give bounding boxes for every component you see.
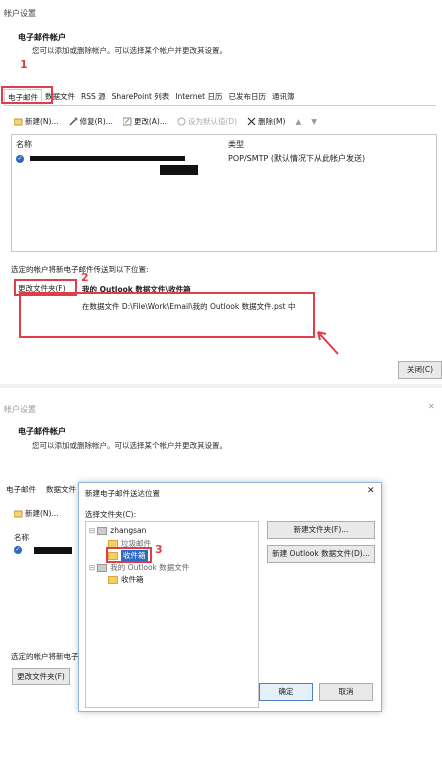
- ok-button[interactable]: 确定: [259, 683, 313, 701]
- account-row-2[interactable]: ✓: [14, 546, 25, 554]
- redacted-block: [160, 165, 198, 175]
- header-subtitle-2: 您可以添加或删除帐户。可以选择某个帐户并更改其设置。: [32, 441, 227, 450]
- deliver-label-2: 选定的帐户将新电子: [11, 652, 79, 661]
- redacted-account-name: [30, 156, 185, 161]
- new-label: 新建(N)...: [25, 117, 59, 126]
- tab-address-book[interactable]: 通讯簿: [269, 89, 298, 105]
- new-account-icon: [13, 117, 23, 126]
- account-list: 名称 类型 ✓ POP/SMTP (默认情况下从此帐户发送): [11, 134, 437, 252]
- tab-published-calendar[interactable]: 已发布日历: [225, 89, 269, 105]
- cancel-button[interactable]: 取消: [319, 683, 373, 701]
- close-button[interactable]: 关闭(C): [398, 361, 442, 379]
- set-default-label: 设为默认值(D): [187, 117, 238, 126]
- header-title-2: 电子邮件帐户: [18, 427, 66, 436]
- col-type-header: 类型: [228, 140, 244, 149]
- account-row[interactable]: ✓ POP/SMTP (默认情况下从此帐户发送): [16, 153, 430, 165]
- redacted-account-name-2: [34, 547, 72, 554]
- set-default-icon: [177, 117, 186, 126]
- header-subtitle: 您可以添加或删除帐户。可以选择某个帐户并更改其设置。: [32, 46, 227, 55]
- collapse-icon: ⊟: [89, 526, 96, 535]
- tree-account-label: zhangsan: [110, 526, 147, 535]
- repair-icon: [69, 117, 78, 126]
- select-folder-label: 选择文件夹(C):: [85, 510, 137, 519]
- move-down-icon[interactable]: ▼: [311, 116, 317, 127]
- tab-bar: 电子邮件 数据文件 RSS 源 SharePoint 列表 Internet 日…: [4, 89, 436, 106]
- remove-button[interactable]: 删除(M): [247, 116, 285, 127]
- default-check-icon-2: ✓: [14, 546, 22, 554]
- annotation-1: 1: [20, 58, 28, 71]
- col-name-header: 名称: [16, 140, 32, 149]
- deliver-label: 选定的帐户将新电子邮件传送到以下位置:: [11, 265, 149, 274]
- datafile-icon: [97, 563, 108, 572]
- tab-email-2[interactable]: 电子邮件: [6, 484, 36, 495]
- account-settings-window: 帐户设置 电子邮件帐户 您可以添加或删除帐户。可以选择某个帐户并更改其设置。 1…: [0, 0, 442, 384]
- highlight-delivery: [19, 292, 315, 338]
- change-button[interactable]: 更改(A)...: [122, 116, 167, 127]
- collapse-icon: ⊟: [89, 563, 96, 572]
- folder-tree: ⊟ zhangsan 垃圾邮件 收件箱 3 ⊟ 我的 Outlook 数据文件 …: [85, 521, 259, 708]
- window-title-2: 帐户设置: [4, 405, 36, 414]
- annotation-arrow-icon: [317, 331, 339, 355]
- annotation-2: 2: [81, 271, 89, 284]
- new-button[interactable]: 新建(N)...: [13, 116, 59, 127]
- window-title: 帐户设置: [4, 9, 36, 18]
- tree-inbox2-label: 收件箱: [121, 575, 144, 584]
- remove-label: 删除(M): [258, 117, 286, 126]
- account-icon: [97, 526, 108, 535]
- change-label: 更改(A)...: [133, 117, 167, 126]
- new-folder-button[interactable]: 新建文件夹(F)...: [267, 521, 375, 539]
- tab-rss[interactable]: RSS 源: [78, 89, 109, 105]
- tab-data-files-2[interactable]: 数据文件: [46, 484, 76, 495]
- new-account-icon-2: [13, 509, 23, 518]
- tree-account[interactable]: ⊟ zhangsan: [89, 526, 146, 535]
- new-datafile-button[interactable]: 新建 Outlook 数据文件(D)...: [267, 545, 375, 563]
- annotation-3: 3: [155, 543, 163, 556]
- set-default-button[interactable]: 设为默认值(D): [177, 116, 237, 127]
- repair-button[interactable]: 修复(R)...: [69, 116, 113, 127]
- new-label-2: 新建(N)...: [25, 509, 59, 518]
- account-type: POP/SMTP (默认情况下从此帐户发送): [228, 154, 366, 163]
- tab-sharepoint[interactable]: SharePoint 列表: [109, 89, 173, 105]
- tree-datafile-label: 我的 Outlook 数据文件: [110, 563, 190, 572]
- highlight-inbox: [106, 547, 152, 563]
- header-title: 电子邮件帐户: [18, 33, 66, 42]
- dialog-close-icon[interactable]: ✕: [367, 486, 375, 496]
- tree-inbox2[interactable]: 收件箱: [108, 574, 144, 585]
- highlight-email-tab: [1, 86, 53, 104]
- change-folder-button-2[interactable]: 更改文件夹(F): [12, 668, 70, 685]
- new-delivery-location-dialog: 新建电子邮件送达位置 ✕ 选择文件夹(C): ⊟ zhangsan 垃圾邮件 收…: [78, 482, 382, 712]
- move-up-icon[interactable]: ▲: [295, 116, 301, 127]
- remove-icon: [247, 117, 256, 126]
- tree-datafile[interactable]: ⊟ 我的 Outlook 数据文件: [89, 562, 189, 573]
- change-icon: [122, 117, 132, 126]
- folder-icon: [108, 575, 118, 584]
- toolbar: 新建(N)... 修复(R)... 更改(A)... 设为默认值(D) 删除(M…: [13, 116, 317, 127]
- dialog-title: 新建电子邮件送达位置: [85, 489, 160, 498]
- repair-label: 修复(R)...: [79, 117, 113, 126]
- default-check-icon: ✓: [16, 155, 24, 163]
- tab-internet-calendar[interactable]: Internet 日历: [172, 89, 225, 105]
- col-name-header-2: 名称: [14, 533, 29, 542]
- new-button-2[interactable]: 新建(N)...: [13, 508, 59, 519]
- window-close-icon[interactable]: ✕: [428, 402, 435, 411]
